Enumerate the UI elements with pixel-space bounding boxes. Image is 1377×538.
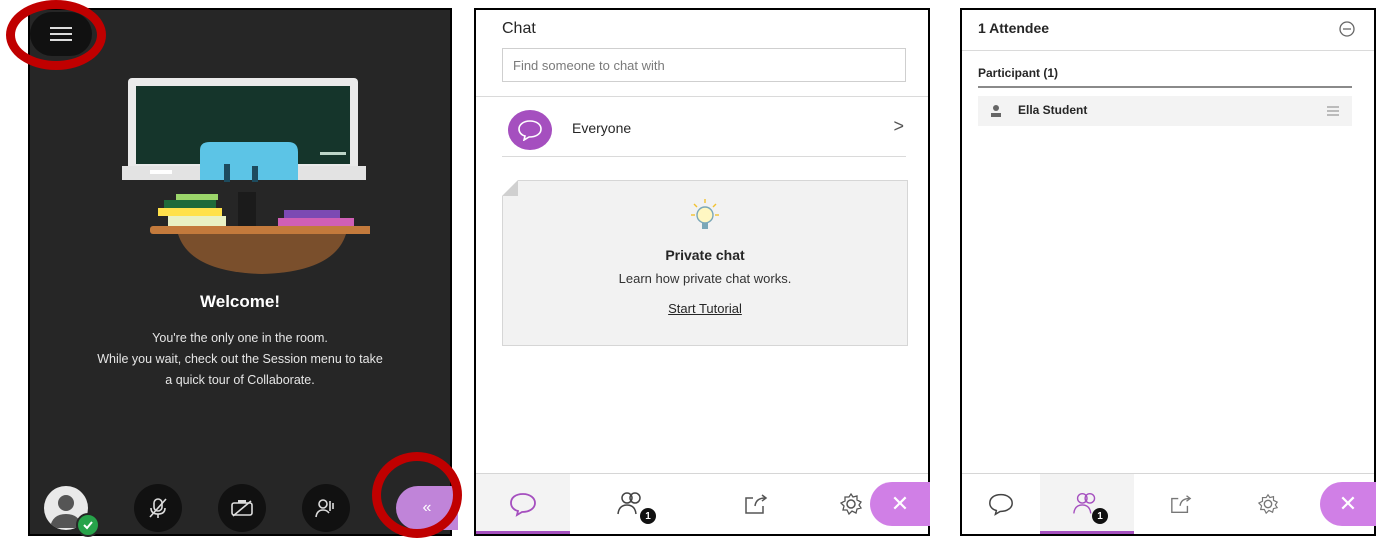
welcome-line-2: While you wait, check out the Session me… xyxy=(97,352,383,366)
tab-share-content[interactable] xyxy=(1134,474,1228,534)
chat-panel: Chat Everyone > Private chat Learn how p… xyxy=(474,8,930,536)
tab-attendees[interactable]: 1 xyxy=(1040,474,1134,534)
menu-icon xyxy=(50,27,72,41)
chat-title: Chat xyxy=(502,20,536,37)
tab-settings[interactable] xyxy=(1228,474,1308,534)
divider xyxy=(962,50,1374,51)
classroom-illustration xyxy=(122,78,370,274)
attendee-name: Ella Student xyxy=(1018,103,1088,117)
share-content-icon xyxy=(1171,495,1192,513)
attendee-controls-icon[interactable] xyxy=(1326,104,1340,118)
tab-chat[interactable] xyxy=(962,474,1040,534)
close-icon: ✕ xyxy=(890,491,910,516)
welcome-line-3: a quick tour of Collaborate. xyxy=(165,373,315,387)
camera-button[interactable] xyxy=(218,484,266,532)
collapse-all-icon[interactable] xyxy=(1338,20,1356,38)
session-menu-button[interactable] xyxy=(30,12,92,56)
tab-attendees[interactable]: 1 xyxy=(570,474,694,534)
chat-icon xyxy=(510,493,536,517)
person-icon xyxy=(991,105,1001,117)
lightbulb-icon xyxy=(691,199,719,229)
status-check-icon xyxy=(76,513,100,537)
close-panel-button[interactable]: ✕ xyxy=(1320,482,1376,526)
attendee-count-badge: 1 xyxy=(640,508,656,524)
open-collaborate-panel-button[interactable]: « xyxy=(396,486,458,530)
welcome-line-1: You're the only one in the room. xyxy=(152,331,328,345)
divider xyxy=(476,96,928,97)
section-underline xyxy=(978,86,1352,88)
share-hand-icon xyxy=(315,499,334,518)
everyone-label: Everyone xyxy=(572,120,632,136)
divider xyxy=(502,156,906,157)
start-tutorial-link[interactable]: Start Tutorial xyxy=(503,301,907,316)
camera-off-icon xyxy=(231,500,253,517)
welcome-title: Welcome! xyxy=(200,292,280,311)
microphone-button[interactable] xyxy=(134,484,182,532)
tab-chat[interactable] xyxy=(476,474,570,534)
close-icon: ✕ xyxy=(1338,491,1358,516)
tutorial-title: Private chat xyxy=(665,247,745,263)
collapse-panel-icon: « xyxy=(422,499,432,516)
panel-tab-bar: 1 ✕ xyxy=(962,473,1376,534)
chat-everyone-row[interactable]: Everyone > xyxy=(502,108,906,156)
welcome-message: You're the only one in the room. While y… xyxy=(30,328,450,391)
participant-section-label: Participant (1) xyxy=(978,66,1059,80)
attendee-count-badge: 1 xyxy=(1092,508,1108,524)
microphone-off-icon xyxy=(149,498,167,518)
settings-icon xyxy=(839,492,863,516)
tab-share-content[interactable] xyxy=(694,474,818,534)
chat-icon xyxy=(989,493,1013,516)
private-chat-tutorial-card: Private chat Learn how private chat work… xyxy=(502,180,908,346)
chevron-right-icon: > xyxy=(893,116,904,136)
attendees-title: 1 Attendee xyxy=(978,20,1050,36)
share-content-icon xyxy=(745,494,768,514)
tutorial-text: Learn how private chat works. xyxy=(618,271,792,286)
chat-bubble-icon xyxy=(508,110,552,150)
attendee-row[interactable]: Ella Student xyxy=(978,96,1352,126)
settings-icon xyxy=(1257,493,1279,515)
attendees-panel: 1 Attendee Participant (1) Ella Student … xyxy=(960,8,1376,536)
chat-search-input[interactable] xyxy=(502,48,906,82)
panel-tab-bar: 1 ✕ xyxy=(476,473,930,534)
raise-hand-button[interactable] xyxy=(302,484,350,532)
close-panel-button[interactable]: ✕ xyxy=(870,482,930,526)
session-room-panel: Welcome! You're the only one in the room… xyxy=(28,8,458,537)
card-fold xyxy=(502,180,518,196)
